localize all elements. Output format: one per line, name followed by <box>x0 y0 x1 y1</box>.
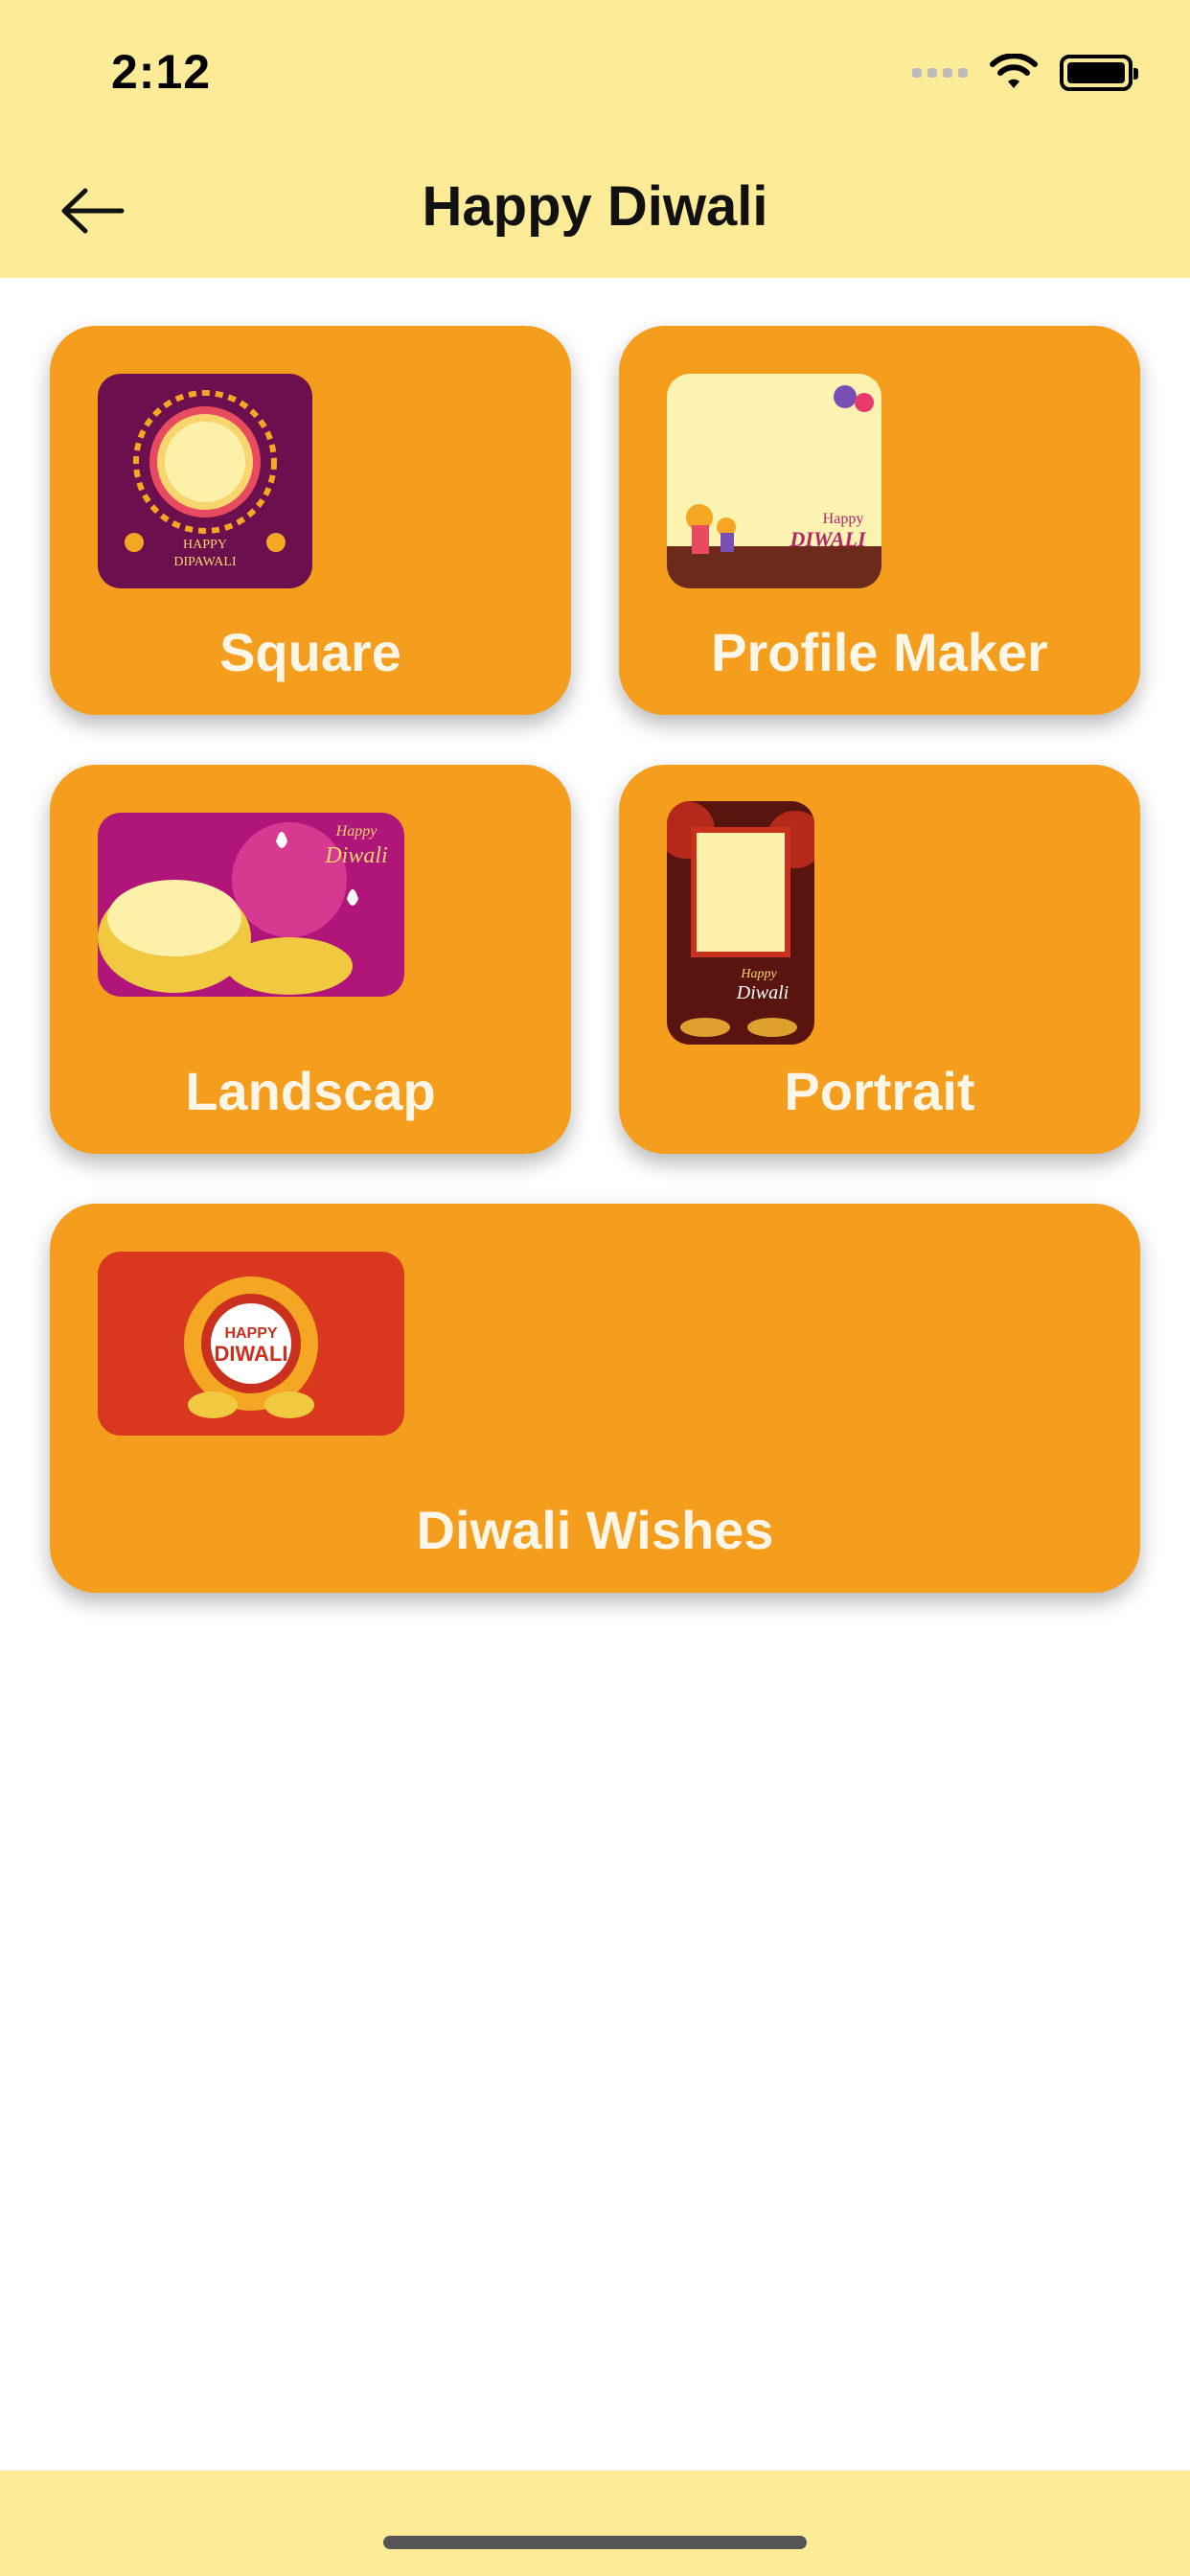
profile-maker-thumbnail: Happy DIWALI <box>667 374 881 588</box>
thumb-text-1: HAPPY <box>224 1325 277 1342</box>
card-diwali-wishes[interactable]: HAPPY DIWALI Diwali Wishes <box>50 1204 1140 1593</box>
thumb-text-1: Happy <box>335 823 378 840</box>
landscape-thumbnail: Happy Diwali <box>98 813 404 997</box>
status-icons <box>912 54 1138 92</box>
thumb-text-2: DIWALI <box>789 527 866 551</box>
portrait-thumbnail: Happy Diwali <box>667 801 814 1045</box>
status-time: 2:12 <box>111 45 212 99</box>
battery-icon <box>1060 55 1138 91</box>
wifi-icon <box>990 54 1038 88</box>
card-portrait[interactable]: Happy Diwali Portrait <box>619 765 1140 1154</box>
cellular-signal-icon <box>912 68 968 78</box>
card-label-square: Square <box>219 622 401 682</box>
family-celebration-image: Happy DIWALI <box>667 374 881 588</box>
card-landscape[interactable]: Happy Diwali Landscap <box>50 765 571 1154</box>
diwali-wishes-thumbnail: HAPPY DIWALI <box>98 1252 404 1436</box>
card-label-portrait: Portrait <box>784 1061 975 1121</box>
thumb-text-1: HAPPY <box>183 538 227 552</box>
thumb-text-2: DIWALI <box>215 1342 288 1366</box>
card-label-profile-maker: Profile Maker <box>711 622 1048 682</box>
fireworks-frame-image: Happy Diwali <box>667 801 814 1045</box>
card-label-landscap: Landscap <box>185 1061 436 1121</box>
home-indicator[interactable] <box>383 2536 807 2549</box>
diya-lamps-image: Happy Diwali <box>98 813 404 997</box>
top-bar: 2:12 Happy Diwali <box>0 0 1190 278</box>
card-profile-maker[interactable]: Happy DIWALI Profile Maker <box>619 326 1140 715</box>
card-square[interactable]: HAPPY DIPAWALI Square <box>50 326 571 715</box>
page-title: Happy Diwali <box>422 175 768 238</box>
diwali-greeting-image: HAPPY DIWALI <box>98 1252 404 1436</box>
rangoli-image: HAPPY DIPAWALI <box>98 374 312 588</box>
bottom-bar <box>0 2471 1190 2576</box>
thumb-text-1: Happy <box>823 511 864 527</box>
thumb-text-2: Diwali <box>736 982 789 1003</box>
thumb-text-2: DIPAWALI <box>173 555 237 569</box>
card-label-diwali-wishes: Diwali Wishes <box>416 1500 774 1560</box>
square-thumbnail: HAPPY DIPAWALI <box>98 374 312 588</box>
thumb-text-1: Happy <box>740 967 777 981</box>
thumb-text-2: Diwali <box>324 843 387 868</box>
